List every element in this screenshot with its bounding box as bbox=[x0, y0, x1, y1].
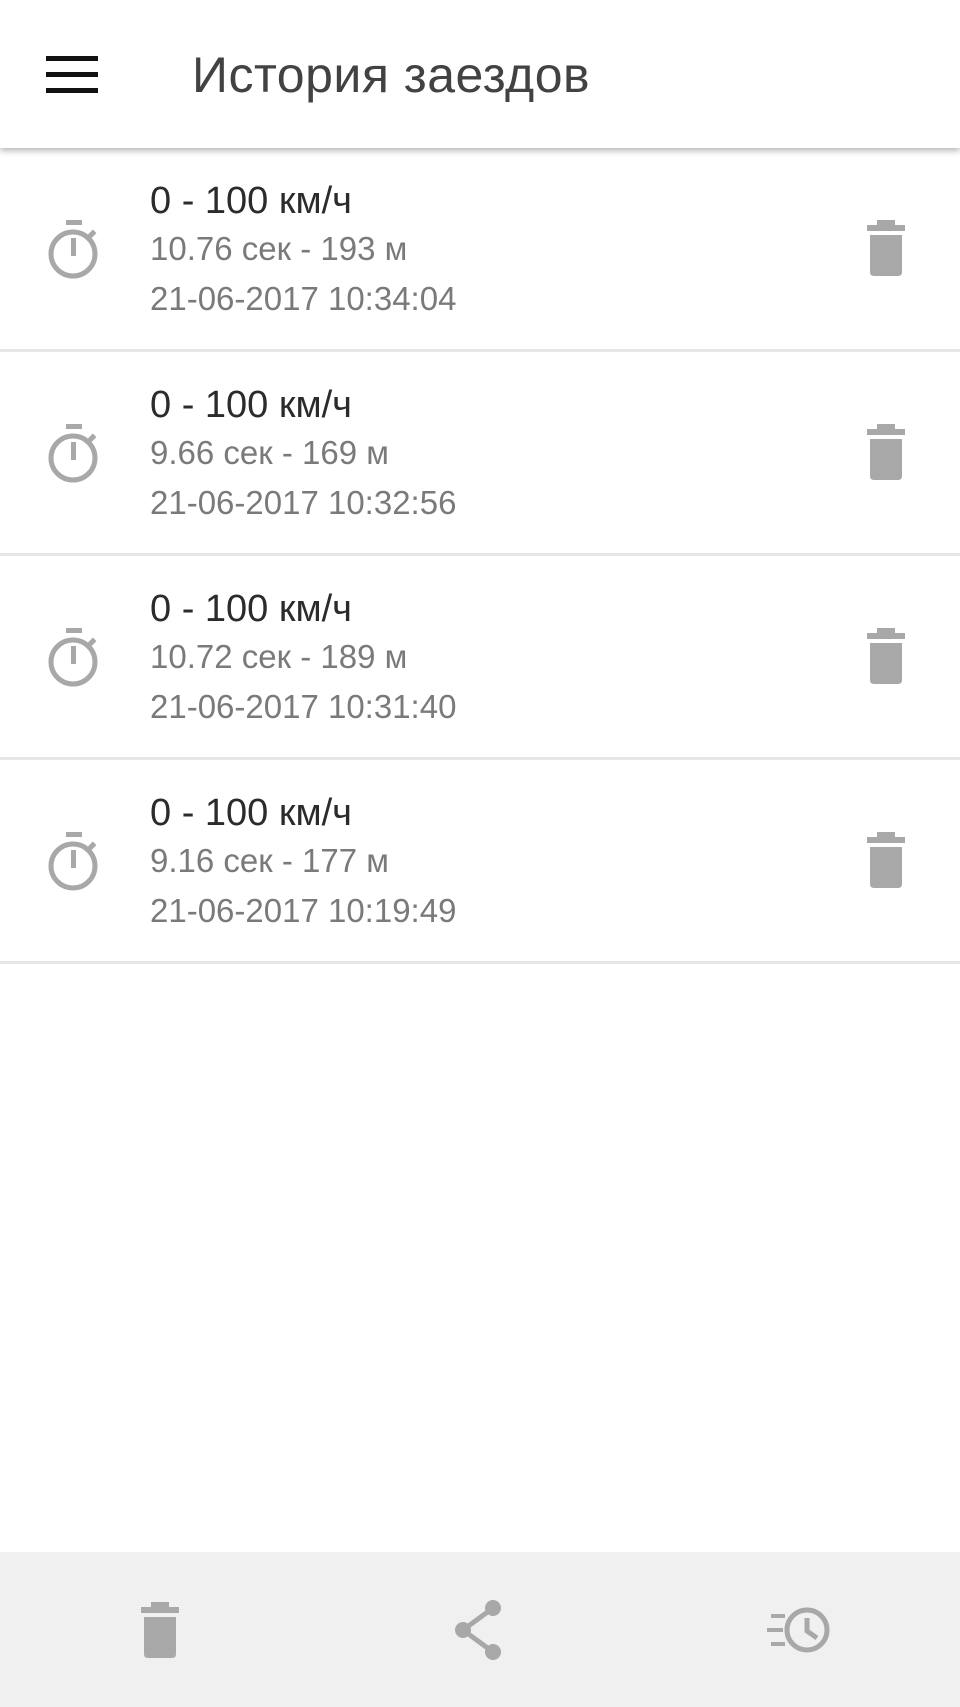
delete-icon bbox=[867, 220, 905, 276]
list-item[interactable]: 0 - 100 км/ч 10.76 сек - 193 м 21-06-201… bbox=[0, 148, 960, 352]
app-bar: История заездов bbox=[0, 0, 960, 148]
run-history-list: 0 - 100 км/ч 10.76 сек - 193 м 21-06-201… bbox=[0, 148, 960, 964]
run-datetime: 21-06-2017 10:32:56 bbox=[150, 484, 457, 521]
page-title: История заездов bbox=[192, 47, 591, 103]
delete-icon bbox=[867, 832, 905, 888]
run-title: 0 - 100 км/ч bbox=[150, 588, 352, 630]
run-title: 0 - 100 км/ч bbox=[150, 180, 352, 222]
delete-all-button[interactable] bbox=[125, 1600, 195, 1660]
run-datetime: 21-06-2017 10:31:40 bbox=[150, 688, 457, 725]
delete-run-button[interactable] bbox=[860, 218, 912, 278]
run-title: 0 - 100 км/ч bbox=[150, 384, 352, 426]
history-icon bbox=[767, 1607, 830, 1653]
delete-icon bbox=[867, 628, 905, 684]
timer-icon bbox=[48, 832, 98, 891]
delete-icon bbox=[867, 424, 905, 480]
menu-icon bbox=[46, 56, 98, 93]
bottom-action-bar bbox=[0, 1552, 960, 1707]
timer-icon bbox=[48, 628, 98, 687]
run-title: 0 - 100 км/ч bbox=[150, 792, 352, 834]
timer-icon bbox=[48, 220, 98, 279]
run-datetime: 21-06-2017 10:34:04 bbox=[150, 280, 457, 317]
run-result: 9.16 сек - 177 м bbox=[150, 842, 389, 879]
run-datetime: 21-06-2017 10:19:49 bbox=[150, 892, 457, 929]
delete-icon bbox=[141, 1602, 179, 1658]
run-result: 9.66 сек - 169 м bbox=[150, 434, 389, 471]
menu-button[interactable] bbox=[46, 52, 100, 96]
run-result: 10.72 сек - 189 м bbox=[150, 638, 408, 675]
list-item[interactable]: 0 - 100 км/ч 9.66 сек - 169 м 21-06-2017… bbox=[0, 352, 960, 556]
share-button[interactable] bbox=[445, 1600, 515, 1660]
list-item[interactable]: 0 - 100 км/ч 10.72 сек - 189 м 21-06-201… bbox=[0, 556, 960, 760]
delete-run-button[interactable] bbox=[860, 830, 912, 890]
timer-icon bbox=[48, 424, 98, 483]
delete-run-button[interactable] bbox=[860, 422, 912, 482]
run-result: 10.76 сек - 193 м bbox=[150, 230, 408, 267]
share-icon bbox=[455, 1600, 501, 1660]
history-button[interactable] bbox=[765, 1600, 835, 1660]
delete-run-button[interactable] bbox=[860, 626, 912, 686]
list-item[interactable]: 0 - 100 км/ч 9.16 сек - 177 м 21-06-2017… bbox=[0, 760, 960, 964]
